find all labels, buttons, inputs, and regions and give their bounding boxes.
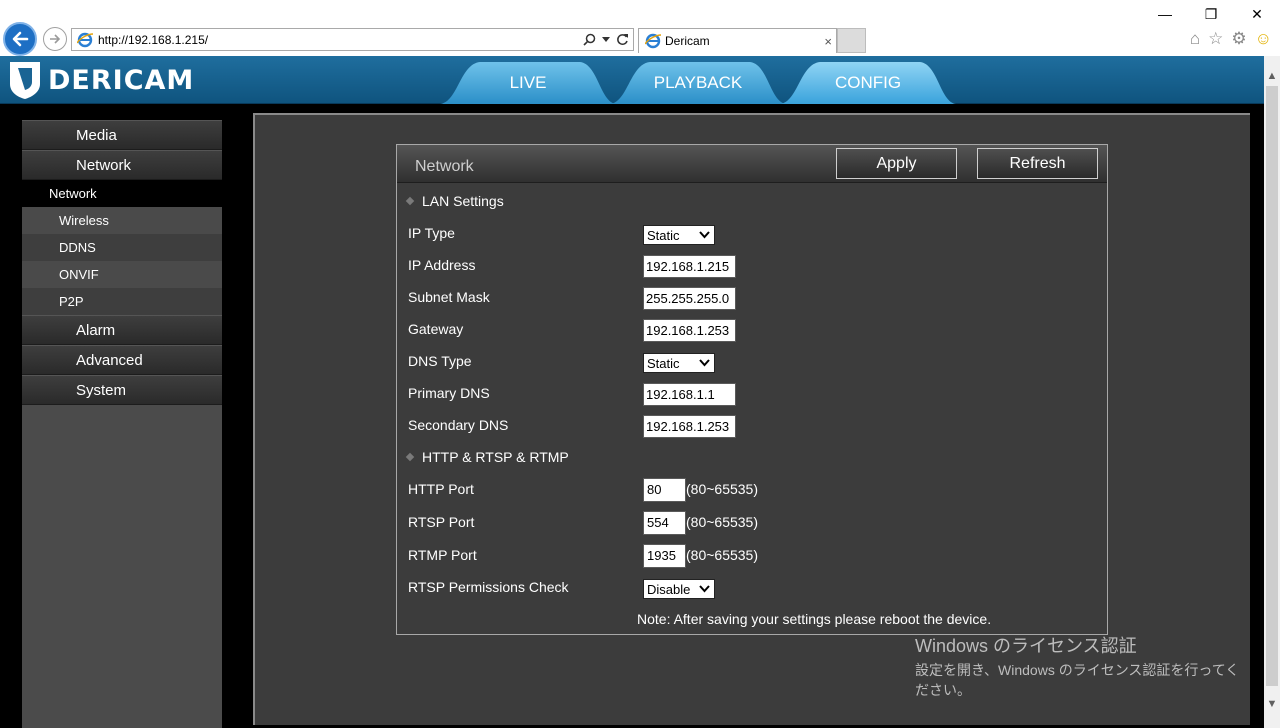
watermark-body: 設定を開き、Windows のライセンス認証を行ってください。 (915, 662, 1240, 698)
nav-tab-label: LIVE (509, 73, 547, 92)
sidebar-item-advanced[interactable]: Advanced (22, 345, 222, 375)
brand-name: DERICAM (48, 64, 195, 96)
app-header: DERICAM LIVE PLAYBACK CONFIG (0, 56, 1264, 104)
rtmp-port-label: RTMP Port (408, 547, 477, 563)
rtsp-port-label: RTSP Port (408, 514, 475, 530)
primary-dns-input[interactable]: 192.168.1.1 (643, 383, 736, 406)
bullet-icon (405, 196, 415, 206)
browser-chrome: http://192.168.1.215/ Dericam × — ❐ ✕ ⌂ … (0, 0, 1280, 56)
ip-address-label: IP Address (408, 257, 476, 273)
arrow-right-icon (50, 34, 61, 44)
rtsp-port-range: (80~65535) (686, 514, 759, 530)
network-panel: Network Apply Refresh LAN Settings IP Ty… (396, 144, 1108, 635)
chevron-down-icon (699, 231, 710, 239)
http-port-label: HTTP Port (408, 481, 474, 497)
nav-tab-label: CONFIG (834, 73, 902, 92)
sidebar-subitem-network[interactable]: Network (22, 180, 222, 207)
refresh-button[interactable]: Refresh (977, 148, 1098, 179)
sidebar-subitem-ddns[interactable]: DDNS (22, 234, 222, 261)
secondary-dns-input[interactable]: 192.168.1.253 (643, 415, 736, 438)
sidebar-item-system[interactable]: System (22, 375, 222, 405)
subnet-mask-label: Subnet Mask (408, 289, 490, 305)
page-scrollbar[interactable]: ▲ ▼ (1264, 56, 1280, 728)
shield-logo-icon (10, 62, 40, 99)
minimize-icon[interactable]: — (1142, 0, 1188, 28)
nav-tab-config[interactable]: CONFIG (780, 62, 956, 104)
section-lan-settings: LAN Settings (405, 193, 504, 209)
windows-activation-watermark: Windows のライセンス認証 設定を開き、Windows のライセンス認証を… (915, 632, 1245, 700)
nav-tab-label: PLAYBACK (653, 73, 743, 92)
bullet-icon (405, 452, 415, 462)
scroll-up-icon[interactable]: ▲ (1264, 68, 1280, 85)
camera-web-page: DERICAM LIVE PLAYBACK CONFIG Media Netwo… (0, 56, 1264, 728)
ie-icon (77, 32, 93, 47)
subnet-mask-input[interactable]: 255.255.255.0 (643, 287, 736, 310)
close-tab-icon[interactable]: × (824, 34, 832, 49)
dropdown-icon[interactable] (602, 36, 610, 43)
scroll-down-icon[interactable]: ▼ (1264, 696, 1280, 713)
http-port-input[interactable]: 80 (643, 478, 686, 502)
rtmp-port-range: (80~65535) (686, 547, 759, 563)
gateway-input[interactable]: 192.168.1.253 (643, 319, 736, 342)
rtsp-check-select[interactable]: Disable (643, 579, 715, 599)
primary-dns-label: Primary DNS (408, 385, 490, 401)
browser-toolbar-icons: ⌂ ☆ ⚙ ☺ (1190, 30, 1272, 48)
apply-button[interactable]: Apply (836, 148, 957, 179)
address-bar[interactable]: http://192.168.1.215/ (71, 28, 634, 51)
ip-address-input[interactable]: 192.168.1.215 (643, 255, 736, 278)
tab-title: Dericam (665, 34, 710, 48)
nav-tab-playback[interactable]: PLAYBACK (610, 62, 786, 104)
smiley-icon[interactable]: ☺ (1255, 30, 1272, 48)
dns-type-select[interactable]: Static (643, 353, 715, 373)
arrow-left-icon (12, 31, 29, 47)
scroll-thumb[interactable] (1266, 86, 1278, 686)
sidebar-item-media[interactable]: Media (22, 120, 222, 150)
select-value: Disable (647, 581, 691, 597)
reboot-note: Note: After saving your settings please … (637, 611, 992, 627)
rtsp-port-input[interactable]: 554 (643, 511, 686, 535)
window-controls: — ❐ ✕ (1142, 0, 1280, 28)
gear-icon[interactable]: ⚙ (1231, 30, 1246, 48)
watermark-title: Windows のライセンス認証 (915, 636, 1137, 656)
sidebar-item-network[interactable]: Network (22, 150, 222, 180)
browser-tab[interactable]: Dericam × (638, 28, 837, 53)
new-tab-button[interactable] (837, 28, 866, 53)
url-text[interactable]: http://192.168.1.215/ (98, 33, 583, 47)
panel-header: Network Apply Refresh (397, 145, 1107, 183)
star-icon[interactable]: ☆ (1208, 30, 1223, 48)
select-value: Static (647, 355, 680, 371)
refresh-icon[interactable] (616, 33, 629, 46)
sidebar-subitem-onvif[interactable]: ONVIF (22, 261, 222, 288)
sidebar-item-alarm[interactable]: Alarm (22, 315, 222, 345)
forward-button[interactable] (43, 27, 67, 51)
section-protocols: HTTP & RTSP & RTMP (405, 449, 569, 465)
sidebar: Media Network Network Wireless DDNS ONVI… (22, 120, 222, 728)
ip-type-select[interactable]: Static (643, 225, 715, 245)
dns-type-label: DNS Type (408, 353, 472, 369)
sidebar-subitem-p2p[interactable]: P2P (22, 288, 222, 315)
ip-type-label: IP Type (408, 225, 455, 241)
section-label: HTTP & RTSP & RTMP (422, 449, 569, 465)
secondary-dns-label: Secondary DNS (408, 417, 509, 433)
chevron-down-icon (699, 359, 710, 367)
select-value: Static (647, 227, 680, 243)
search-icon[interactable] (583, 33, 596, 46)
http-port-range: (80~65535) (686, 481, 759, 497)
back-button[interactable] (3, 22, 37, 56)
home-icon[interactable]: ⌂ (1190, 30, 1200, 48)
rtmp-port-input[interactable]: 1935 (643, 544, 686, 568)
close-window-icon[interactable]: ✕ (1234, 0, 1280, 28)
restore-icon[interactable]: ❐ (1188, 0, 1234, 28)
ie-icon (645, 33, 661, 49)
logo: DERICAM (8, 60, 194, 100)
section-label: LAN Settings (422, 193, 504, 209)
chevron-down-icon (699, 585, 710, 593)
sidebar-subitem-wireless[interactable]: Wireless (22, 207, 222, 234)
gateway-label: Gateway (408, 321, 464, 337)
panel-title: Network (415, 158, 474, 175)
rtsp-check-label: RTSP Permissions Check (408, 579, 569, 595)
nav-tab-live[interactable]: LIVE (440, 62, 616, 104)
